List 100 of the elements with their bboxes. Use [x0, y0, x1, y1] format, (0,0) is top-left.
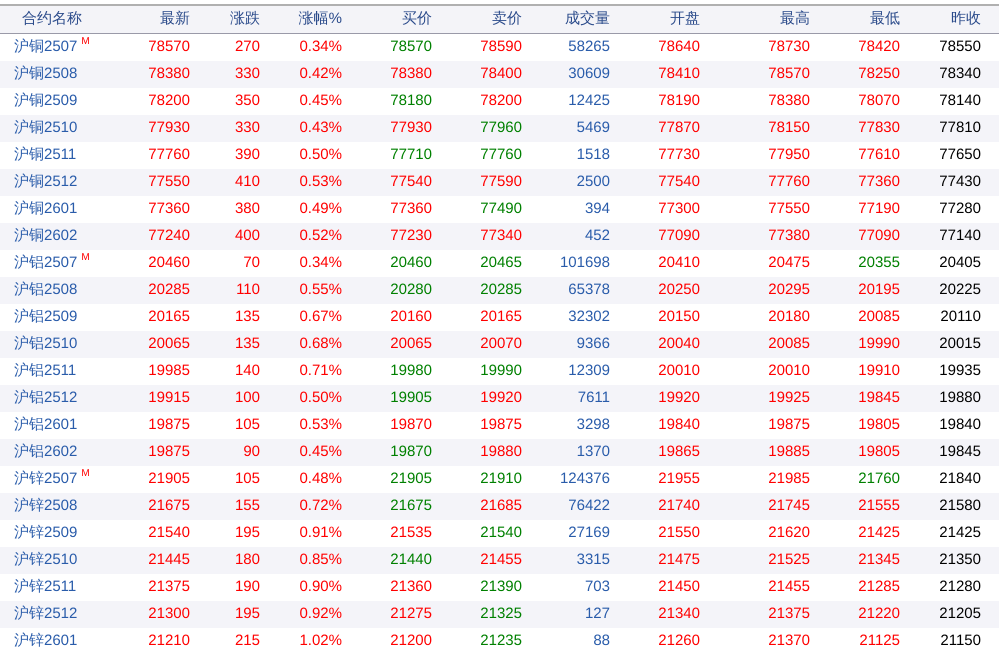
column-header[interactable]: 成交量 — [522, 8, 610, 31]
table-cell-text: 20065 — [389, 334, 432, 354]
table-cell-text: 21745 — [767, 496, 810, 516]
contract-name: 沪铝2602 — [14, 442, 78, 462]
column-header[interactable]: 最低 — [810, 8, 900, 31]
table-cell-text: 77090 — [657, 226, 700, 246]
table-cell-text: 105 — [234, 415, 260, 436]
table-cell-text: 20225 — [938, 280, 981, 300]
table-row[interactable]: 沪铝2512 19915 100 0.50% 19905 19920 7611 19920 19925 19845 19880 — [0, 385, 999, 412]
table-cell-text: 77540 — [657, 172, 700, 192]
table-cell-text: 20165 — [479, 307, 522, 328]
table-cell-text: 19885 — [767, 442, 810, 462]
contract-name: 沪铜2512 — [14, 172, 78, 192]
table-cell-text: 0.45% — [298, 91, 342, 112]
table-cell-text: 135 — [234, 334, 260, 354]
table-cell-text: 21620 — [767, 523, 810, 544]
table-row[interactable]: 沪铝2510 20065 135 0.68% 20065 20070 9366 20040 20085 19990 20015 — [0, 331, 999, 358]
column-header[interactable]: 买价 — [342, 8, 432, 31]
table-cell-text: 78590 — [479, 37, 522, 58]
table-cell-text: 19915 — [147, 388, 190, 408]
table-cell-text: 21445 — [147, 550, 190, 570]
column-header[interactable]: 涨跌 — [190, 8, 260, 31]
table-cell-text: 20355 — [857, 253, 900, 274]
main-contract-label: M — [81, 467, 90, 482]
table-cell-text: 77930 — [389, 118, 432, 138]
table-cell-text: 124376 — [558, 469, 610, 490]
contract-name: 沪铜2509 — [14, 91, 78, 112]
contract-name: 沪铝2510 — [14, 334, 78, 354]
table-cell-text: 20285 — [147, 280, 190, 300]
column-header[interactable]: 开盘 — [610, 8, 700, 31]
table-cell-text: 78550 — [938, 37, 981, 58]
table-cell-text: 77430 — [938, 172, 981, 192]
table-cell-text: 78380 — [147, 64, 190, 84]
table-cell-text: 0.50% — [298, 388, 342, 408]
table-cell-text: 77930 — [147, 118, 190, 138]
table-cell-text: 20460 — [147, 253, 190, 274]
table-cell-text: 77550 — [147, 172, 190, 192]
table-cell-text: 77190 — [857, 199, 900, 220]
contract-name: 沪锌2512 — [14, 604, 78, 624]
table-cell-text: 19870 — [389, 415, 432, 436]
table-cell-text: 20195 — [857, 280, 900, 300]
table-cell-text: 12309 — [567, 361, 610, 382]
table-cell-text: 21675 — [389, 496, 432, 516]
table-cell-text: 5469 — [576, 118, 610, 138]
table-row[interactable]: 沪铜2602 77240 400 0.52% 77230 77340 452 77090 77380 77090 77140 — [0, 223, 999, 250]
table-row[interactable]: 沪铝2508 20285 110 0.55% 20280 20285 65378 20250 20295 20195 20225 — [0, 277, 999, 304]
table-cell-text: 19875 — [147, 415, 190, 436]
table-cell-text: 78570 — [389, 37, 432, 58]
table-cell-text: 0.55% — [298, 280, 342, 300]
table-cell-text: 70 — [242, 253, 260, 274]
table-row[interactable]: 沪锌2512 21300 195 0.92% 21275 21325 127 21340 21375 21220 21205 — [0, 601, 999, 628]
table-cell-text: 0.68% — [298, 334, 342, 354]
table-cell-text: 195 — [234, 523, 260, 544]
table-cell-text: 21910 — [479, 469, 522, 490]
table-cell-text: 19985 — [147, 361, 190, 382]
contract-name: 沪铜2511 — [14, 145, 76, 166]
table-cell-text: 21150 — [939, 631, 981, 652]
table-cell-text: 21905 — [147, 469, 190, 490]
table-cell-text: 77760 — [479, 145, 522, 166]
column-header[interactable]: 最高 — [700, 8, 810, 31]
table-cell-text: 0.43% — [298, 118, 342, 138]
column-header[interactable]: 合约名称 — [14, 8, 130, 31]
table-row[interactable]: 沪铜2512 77550 410 0.53% 77540 77590 2500 77540 77760 77360 77430 — [0, 169, 999, 196]
table-cell-text: 21425 — [938, 523, 981, 544]
table-cell-text: 19880 — [938, 388, 981, 408]
column-header[interactable]: 最新 — [130, 8, 190, 31]
table-cell-text: 19920 — [479, 388, 522, 408]
table-cell-text: 0.53% — [298, 172, 342, 192]
table-cell-text: 19880 — [479, 442, 522, 462]
table-cell-text: 19920 — [657, 388, 700, 408]
table-cell-text: 20165 — [147, 307, 190, 328]
table-cell-text: 20285 — [479, 280, 522, 300]
table-cell-text: 19845 — [857, 388, 900, 408]
table-cell-text: 78200 — [147, 91, 190, 112]
column-header[interactable]: 昨收 — [900, 8, 981, 31]
table-cell-text: 30609 — [567, 64, 610, 84]
table-cell-text: 19980 — [389, 361, 432, 382]
table-cell-text: 19805 — [857, 442, 900, 462]
table-cell-text: 0.90% — [298, 577, 342, 598]
table-cell-text: 20405 — [938, 253, 981, 274]
table-cell-text: 77230 — [389, 226, 432, 246]
table-cell-text: 20280 — [389, 280, 432, 300]
table-row[interactable]: 沪铝2602 19875 90 0.45% 19870 19880 1370 19865 19885 19805 19845 — [0, 439, 999, 466]
contract-name: 沪铝2601 — [14, 415, 78, 436]
table-row[interactable]: 沪铜2510 77930 330 0.43% 77930 77960 5469 77870 78150 77830 77810 — [0, 115, 999, 142]
column-header[interactable]: 涨幅% — [260, 8, 342, 31]
table-cell-text: 127 — [584, 604, 610, 624]
table-cell-text: 19875 — [147, 442, 190, 462]
table-cell-text: 21235 — [479, 631, 522, 652]
table-cell-text: 21220 — [857, 604, 900, 624]
table-cell-text: 78140 — [938, 91, 981, 112]
table-row[interactable]: 沪锌2510 21445 180 0.85% 21440 21455 3315 21475 21525 21345 21350 — [0, 547, 999, 574]
table-cell-text: 21285 — [857, 577, 900, 598]
table-row[interactable]: 沪锌2508 21675 155 0.72% 21675 21685 76422 21740 21745 21555 21580 — [0, 493, 999, 520]
table-row[interactable]: 沪铜2508 78380 330 0.42% 78380 78400 30609 78410 78570 78250 78340 — [0, 61, 999, 88]
table-cell-text: 155 — [234, 496, 260, 516]
table-cell-text: 76422 — [567, 496, 610, 516]
table-cell-text: 77810 — [938, 118, 981, 138]
table-cell-text: 19925 — [767, 388, 810, 408]
column-header[interactable]: 卖价 — [432, 8, 522, 31]
